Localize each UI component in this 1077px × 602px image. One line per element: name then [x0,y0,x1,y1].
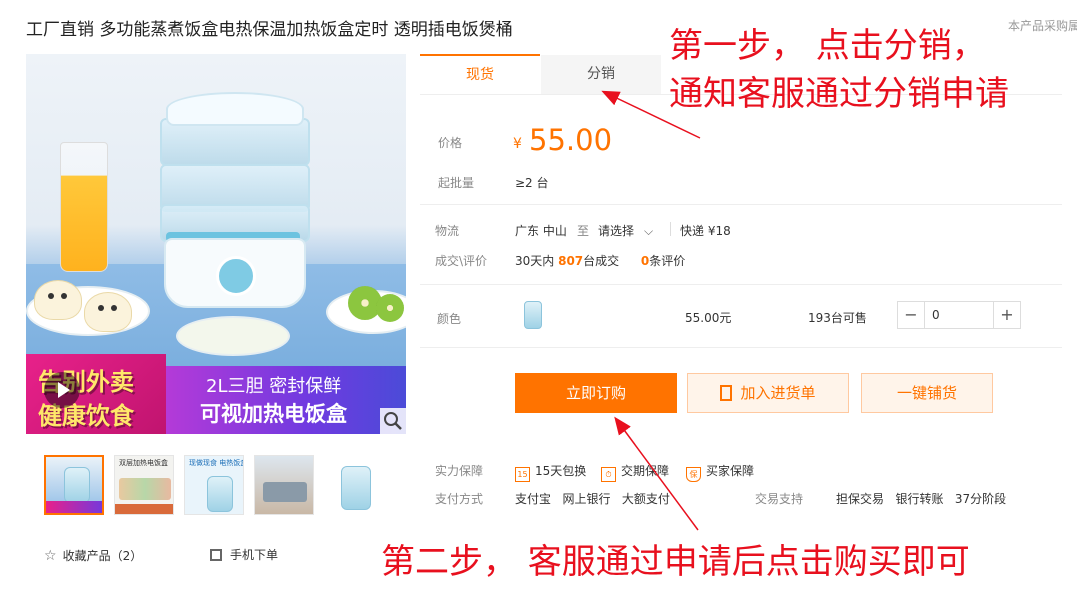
annotation-step1: 通知客服通过分销申请 [669,74,1009,114]
arrow-to-buy-button [614,416,699,531]
annotation-step2: 第二步， 客服通过申请后点击购买即可 [381,542,970,582]
annotation-step1: 第一步， 点击分销， [669,26,986,66]
